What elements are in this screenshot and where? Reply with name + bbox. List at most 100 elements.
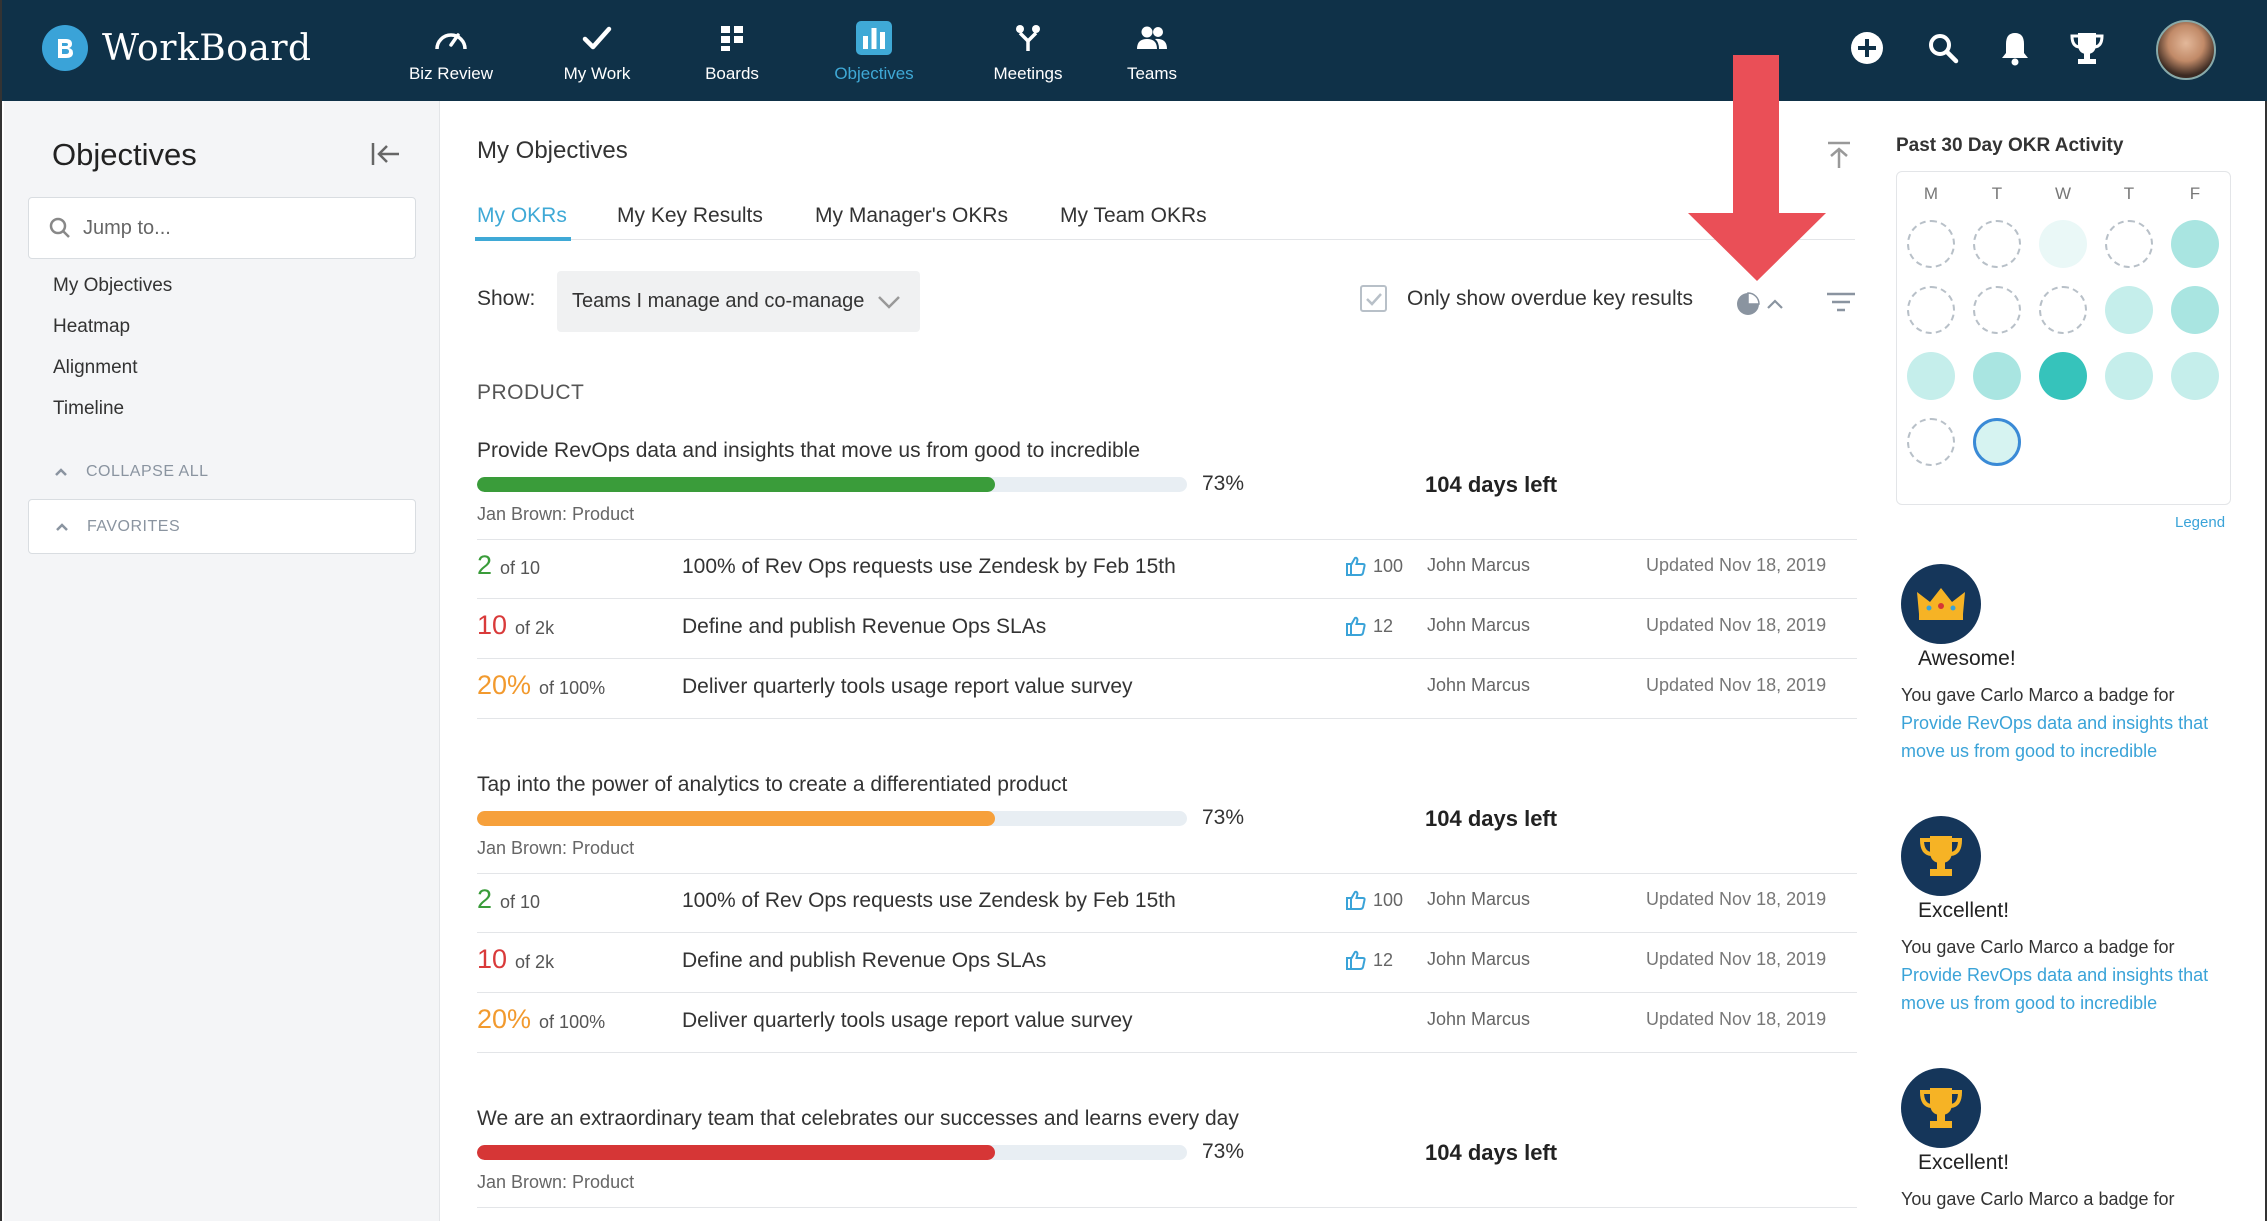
sidebar-item-alignment[interactable]: Alignment <box>53 357 138 379</box>
key-result-owner[interactable]: John Marcus <box>1427 555 1530 576</box>
weekday-label: F <box>2189 184 2201 203</box>
like-button[interactable]: 12 <box>1345 949 1393 971</box>
activity-day-cell[interactable] <box>2105 220 2153 268</box>
avatar[interactable] <box>2156 20 2216 80</box>
key-result-title[interactable]: 100% of Rev Ops requests use Zendesk by … <box>682 889 1176 913</box>
activity-day-cell[interactable] <box>1973 418 2021 466</box>
overdue-checkbox[interactable] <box>1360 285 1387 312</box>
activity-day-cell[interactable] <box>1907 286 1955 334</box>
checkmark-icon <box>582 18 612 58</box>
key-result-metric: 20% of 100% <box>477 670 605 701</box>
trophy-icon <box>1901 816 1981 896</box>
activity-day-cell[interactable] <box>1973 286 2021 334</box>
activity-day-cell[interactable] <box>1907 220 1955 268</box>
sidebar-item-timeline[interactable]: Timeline <box>53 398 124 420</box>
workboard-logo[interactable]: WorkBoard <box>42 25 312 71</box>
key-result-owner[interactable]: John Marcus <box>1427 949 1530 970</box>
nav-my-work[interactable]: My Work <box>552 0 642 101</box>
key-result-row[interactable]: 10 of 2k Define and publish Revenue Ops SL… <box>440 933 1860 993</box>
key-result-target: of 100% <box>539 1012 606 1032</box>
key-result-title[interactable]: Define and publish Revenue Ops SLAs <box>682 615 1046 639</box>
chevron-up-icon <box>1767 299 1783 309</box>
tab-my-team-okrs[interactable]: My Team OKRs <box>1060 204 1207 228</box>
like-button[interactable]: 100 <box>1345 889 1403 911</box>
tab-my-key-results[interactable]: My Key Results <box>617 204 763 228</box>
activity-day-cell[interactable] <box>2171 286 2219 334</box>
activity-day-cell[interactable] <box>1973 220 2021 268</box>
collapse-sidebar-icon[interactable] <box>370 141 402 172</box>
objective-title[interactable]: Tap into the power of analytics to creat… <box>477 773 1067 797</box>
row-divider <box>477 718 1857 719</box>
key-result-updated: Updated Nov 18, 2019 <box>1646 675 1827 695</box>
tab-my-okrs[interactable]: My OKRs <box>477 204 567 228</box>
show-filter-select[interactable]: Teams I manage and co-manage <box>557 271 920 332</box>
nav-meetings[interactable]: Meetings <box>978 0 1078 101</box>
key-result-row[interactable]: 20% of 100% Deliver quarterly tools usage … <box>440 993 1860 1053</box>
activity-day-cell[interactable] <box>1907 352 1955 400</box>
objective-owner: Jan Brown: Product <box>477 838 635 858</box>
scroll-to-top-icon[interactable] <box>1826 141 1852 174</box>
overdue-label: Only show overdue key results <box>1407 286 1693 310</box>
key-result-row[interactable]: 20% of 100% Deliver quarterly tools usage … <box>440 659 1860 719</box>
favorites-section[interactable]: FAVORITES <box>28 499 416 554</box>
activity-day-cell[interactable] <box>2105 352 2153 400</box>
search-icon[interactable] <box>1927 32 1959 64</box>
badge-objective-link[interactable]: Provide RevOps data and insights that mo… <box>1901 713 2208 761</box>
nav-biz-review[interactable]: Biz Review <box>406 0 496 101</box>
nav-label: Objectives <box>834 64 914 83</box>
sidebar-item-heatmap[interactable]: Heatmap <box>53 316 130 338</box>
trophy-icon[interactable] <box>2070 30 2104 66</box>
key-result-title[interactable]: Deliver quarterly tools usage report val… <box>682 1009 1133 1033</box>
chart-toggle[interactable] <box>1735 291 1785 317</box>
key-result-owner[interactable]: John Marcus <box>1427 675 1530 696</box>
key-result-title[interactable]: Deliver quarterly tools usage report val… <box>682 675 1133 699</box>
key-result-row[interactable]: 2 of 10 100% of Rev Ops requests use Zende… <box>440 539 1860 599</box>
activity-day-cell[interactable] <box>1973 352 2021 400</box>
thumbs-up-icon <box>1346 950 1366 970</box>
badge-description: You gave Carlo Marco a badge for <box>1901 1189 2175 1209</box>
key-result-owner[interactable]: John Marcus <box>1427 889 1530 910</box>
filter-icon[interactable] <box>1825 290 1857 319</box>
activity-day-cell[interactable] <box>2039 286 2087 334</box>
legend-link[interactable]: Legend <box>2175 514 2225 531</box>
activity-day-cell[interactable] <box>2171 220 2219 268</box>
favorites-label: FAVORITES <box>87 517 181 535</box>
bell-icon[interactable] <box>2000 30 2030 66</box>
badge-text: You gave Carlo Marco a badge for <box>1901 1185 2241 1213</box>
key-result-owner[interactable]: John Marcus <box>1427 1009 1530 1030</box>
key-result-row[interactable]: 10 of 2k Define and publish Revenue Ops SL… <box>440 599 1860 659</box>
nav-boards[interactable]: Boards <box>687 0 777 101</box>
key-result-owner[interactable]: John Marcus <box>1427 615 1530 636</box>
weekday-label: T <box>2123 184 2135 203</box>
activity-day-cell[interactable] <box>2039 220 2087 268</box>
chevron-up-icon <box>55 468 67 476</box>
key-result-row[interactable]: 2 of 10 100% of Rev Ops requests use Zende… <box>440 873 1860 933</box>
badge-objective-link[interactable]: Provide RevOps data and insights that mo… <box>1901 965 2208 1013</box>
activity-day-cell[interactable] <box>2105 286 2153 334</box>
objective-title[interactable]: Provide RevOps data and insights that mo… <box>477 439 1140 463</box>
speedometer-icon <box>433 18 469 58</box>
key-result-target: of 2k <box>515 952 555 972</box>
weekday-label: W <box>2054 184 2072 203</box>
key-result-title[interactable]: 100% of Rev Ops requests use Zendesk by … <box>682 555 1176 579</box>
sidebar-item-my-objectives[interactable]: My Objectives <box>53 275 172 297</box>
key-result-metric: 10 of 2k <box>477 610 554 641</box>
key-result-title[interactable]: Define and publish Revenue Ops SLAs <box>682 949 1046 973</box>
crown-icon <box>1901 564 1981 644</box>
like-button[interactable]: 100 <box>1345 555 1403 577</box>
nav-teams[interactable]: Teams <box>1107 0 1197 101</box>
tab-my-managers-okrs[interactable]: My Manager's OKRs <box>815 204 1008 228</box>
activity-day-cell[interactable] <box>1907 418 1955 466</box>
add-icon[interactable] <box>1849 30 1885 66</box>
show-label: Show: <box>477 287 536 310</box>
overdue-filter[interactable]: Only show overdue key results <box>1360 285 1693 312</box>
chevron-down-icon <box>878 296 900 309</box>
objective-title[interactable]: We are an extraordinary team that celebr… <box>477 1107 1239 1131</box>
activity-day-cell[interactable] <box>2171 352 2219 400</box>
jump-to-search-input[interactable]: Jump to... <box>28 197 416 259</box>
nav-objectives[interactable]: Objectives <box>824 0 924 101</box>
chevron-up-icon <box>56 522 68 531</box>
activity-day-cell[interactable] <box>2039 352 2087 400</box>
like-button[interactable]: 12 <box>1345 615 1393 637</box>
collapse-all-button[interactable]: COLLAPSE ALL <box>54 463 209 481</box>
